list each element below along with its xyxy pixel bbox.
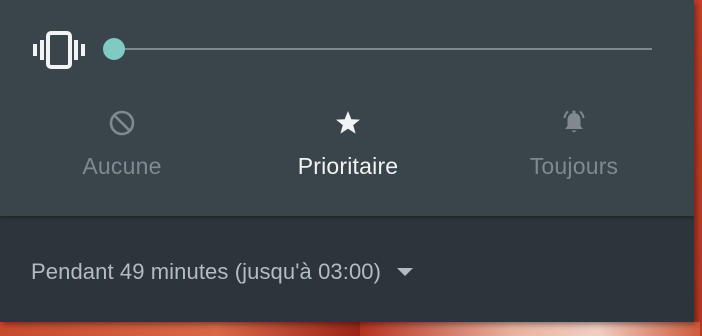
mode-option-priority[interactable]: Prioritaire <box>248 108 448 188</box>
wallpaper-streak <box>0 322 360 336</box>
volume-zen-panel: Aucune Prioritaire Toujours Pendant 49 m… <box>0 0 694 322</box>
duration-label[interactable]: Pendant 49 minutes (jusqu'à 03:00) <box>31 259 381 285</box>
mode-label-none: Aucune <box>82 153 162 179</box>
bell-icon <box>563 110 585 133</box>
dropdown-arrow-icon[interactable] <box>397 267 414 277</box>
duration-selector[interactable]: Pendant 49 minutes (jusqu'à 03:00) <box>31 255 414 289</box>
slider-track[interactable] <box>114 48 652 50</box>
volume-slider[interactable] <box>100 30 660 68</box>
mode-option-none[interactable]: Aucune <box>22 108 222 188</box>
mode-label-priority: Prioritaire <box>297 153 399 179</box>
panel-top-section: Aucune Prioritaire Toujours <box>0 0 694 216</box>
mode-label-always: Toujours <box>529 153 619 179</box>
vibrate-icon[interactable] <box>33 31 85 69</box>
star-icon <box>336 111 360 134</box>
mode-option-always[interactable]: Toujours <box>474 108 674 188</box>
wallpaper-streak <box>360 322 700 336</box>
slider-thumb[interactable] <box>103 38 125 60</box>
do-not-disturb-icon <box>109 110 135 136</box>
